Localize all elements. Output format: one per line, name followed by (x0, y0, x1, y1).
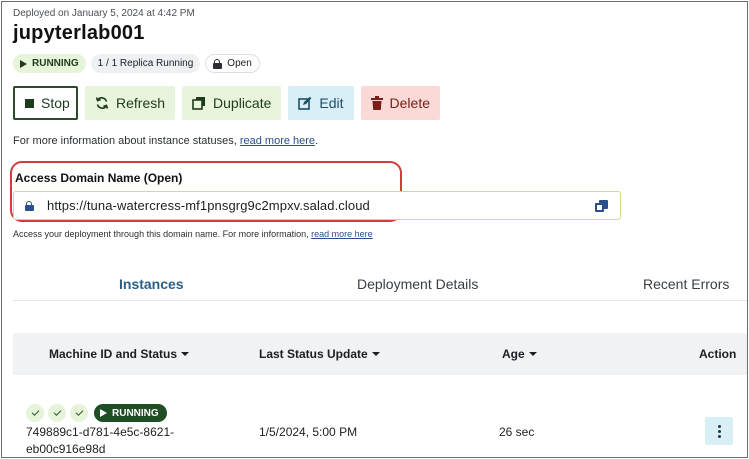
check-icon (70, 404, 88, 422)
tab-instances[interactable]: Instances (119, 276, 184, 292)
column-action: Action (699, 347, 737, 361)
tab-recent-errors[interactable]: Recent Errors (643, 276, 729, 292)
caret-down-icon (371, 352, 380, 356)
stop-button-label: Stop (41, 95, 70, 111)
duplicate-button[interactable]: Duplicate (182, 86, 282, 120)
access-domain-field[interactable]: https://tuna-watercress-mf1pnsgrg9c2mpxv… (13, 191, 621, 220)
running-badge-label: RUNNING (32, 58, 79, 69)
column-machine-id-status[interactable]: Machine ID and Status (49, 347, 190, 361)
status-info-text: For more information about instance stat… (13, 135, 319, 147)
lock-icon (213, 58, 223, 69)
domain-read-more-link[interactable]: read more here (311, 229, 373, 239)
access-domain-label: Access Domain Name (Open) (15, 171, 183, 185)
deployed-on-text: Deployed on January 5, 2024 at 4:42 PM (13, 8, 195, 19)
stop-icon (25, 98, 34, 108)
refresh-icon (95, 96, 109, 110)
edit-button-label: Edit (319, 95, 344, 111)
play-icon (100, 409, 107, 417)
delete-button-label: Delete (389, 95, 430, 111)
check-icon (48, 404, 66, 422)
table-row: RUNNING 749889c1-d781-4e5c-8621-eb00c916… (13, 375, 747, 457)
column-age[interactable]: Age (502, 347, 537, 361)
page-title: jupyterlab001 (13, 22, 145, 44)
duplicate-icon (192, 96, 206, 110)
replica-badge: 1 / 1 Replica Running (90, 54, 201, 73)
stop-button[interactable]: Stop (13, 86, 78, 120)
edit-button[interactable]: Edit (288, 86, 354, 120)
tab-bar: Instances Deployment Details Recent Erro… (13, 265, 747, 301)
lock-icon (25, 200, 34, 211)
machine-id: 749889c1-d781-4e5c-8621-eb00c916e98d (26, 425, 175, 456)
open-badge: Open (205, 54, 260, 73)
copy-icon[interactable] (595, 200, 608, 213)
play-icon (20, 59, 27, 68)
check-icon (26, 404, 44, 422)
instance-age: 26 sec (499, 425, 535, 439)
running-badge: RUNNING (13, 54, 86, 73)
kebab-menu-icon[interactable] (705, 417, 733, 445)
tab-deployment-details[interactable]: Deployment Details (357, 276, 478, 292)
status-checks: RUNNING (26, 404, 167, 422)
refresh-button-label: Refresh (116, 95, 166, 111)
trash-icon (370, 96, 383, 110)
column-last-status-update[interactable]: Last Status Update (259, 347, 380, 361)
open-badge-label: Open (227, 58, 252, 69)
last-status-update: 1/5/2024, 5:00 PM (259, 425, 358, 439)
delete-button[interactable]: Delete (360, 86, 440, 120)
duplicate-button-label: Duplicate (213, 95, 272, 111)
instance-running-badge: RUNNING (94, 404, 167, 422)
status-read-more-link[interactable]: read more here (240, 135, 315, 147)
replica-badge-label: 1 / 1 Replica Running (97, 58, 194, 69)
edit-icon (298, 96, 312, 110)
action-toolbar: Stop Refresh Duplicate Edit Delete (13, 86, 440, 120)
deployment-page: Deployed on January 5, 2024 at 4:42 PM j… (1, 1, 748, 458)
refresh-button[interactable]: Refresh (85, 86, 176, 120)
table-header: Machine ID and Status Last Status Update… (13, 333, 747, 375)
access-domain-hint: Access your deployment through this doma… (13, 229, 373, 239)
access-domain-url: https://tuna-watercress-mf1pnsgrg9c2mpxv… (47, 198, 370, 213)
caret-down-icon (181, 352, 190, 356)
caret-down-icon (528, 352, 537, 356)
status-badges: RUNNING 1 / 1 Replica Running Open (13, 54, 260, 73)
